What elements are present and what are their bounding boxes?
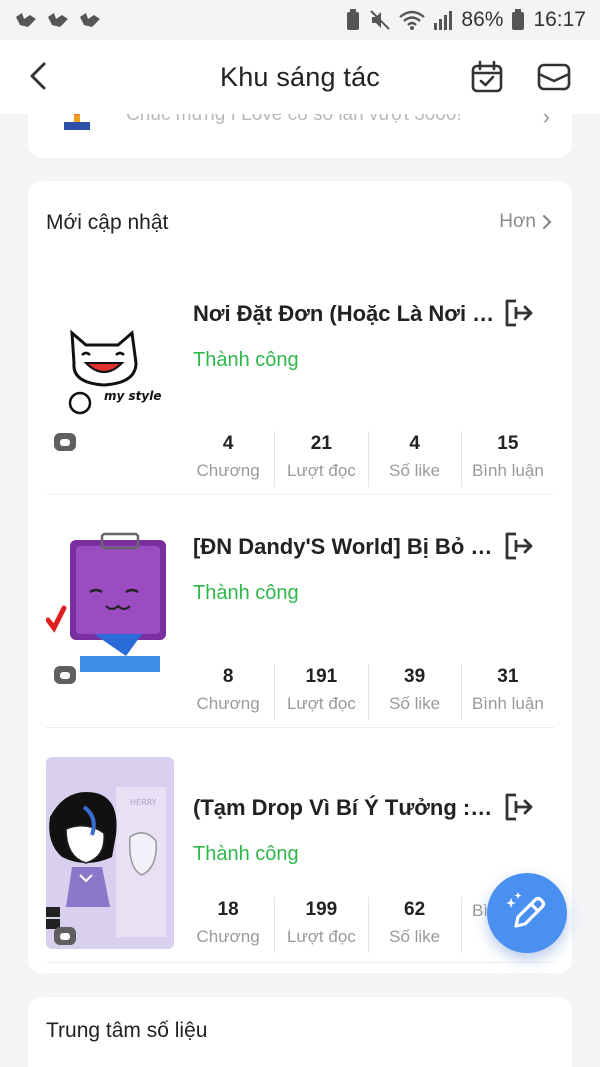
battery-percent: 86% bbox=[461, 8, 504, 31]
clock: 16:17 bbox=[533, 8, 586, 31]
back-button[interactable] bbox=[22, 58, 54, 94]
section-title: Trung tâm số liệu bbox=[46, 1019, 208, 1042]
recent-updates-card: Mới cập nhật Hơn my style Nơi Đặt Đơn (H… bbox=[28, 181, 572, 973]
stat-reads: 21 Lượt đọc bbox=[274, 431, 367, 487]
notification-icon bbox=[48, 13, 68, 27]
calendar-check-icon[interactable] bbox=[470, 60, 504, 94]
cover-text: HERRY bbox=[130, 798, 157, 807]
stat-comments: 15 Bình luận bbox=[460, 431, 554, 487]
cover-art-cat: my style bbox=[46, 263, 174, 455]
cover-art-anime-character: HERRY bbox=[46, 757, 174, 949]
export-icon[interactable] bbox=[502, 530, 534, 562]
app-header: Khu sáng tác bbox=[0, 40, 600, 114]
story-item[interactable]: [ĐN Dandy'S World] Bị Bỏ R... Thành công… bbox=[46, 496, 554, 728]
cover-text: my style bbox=[104, 389, 161, 403]
story-cover[interactable]: HERRY bbox=[46, 757, 174, 949]
story-stats: 8 Chương 191 Lượt đọc 39 Số like 31 Bình luậ… bbox=[182, 664, 554, 720]
export-icon[interactable] bbox=[502, 297, 534, 329]
chevron-left-icon bbox=[30, 62, 46, 90]
publish-status: Thành công bbox=[193, 843, 299, 865]
write-button[interactable] bbox=[487, 873, 567, 953]
chevron-right-icon bbox=[542, 214, 552, 230]
data-center-card[interactable]: Trung tâm số liệu bbox=[28, 997, 572, 1067]
mail-icon[interactable] bbox=[536, 60, 572, 94]
stat-chapters: 4 Chương bbox=[196, 433, 260, 480]
page-title: Khu sáng tác bbox=[219, 61, 380, 92]
stat-chapters: 8 Chương bbox=[196, 666, 260, 713]
story-title[interactable]: [ĐN Dandy'S World] Bị Bỏ R... bbox=[193, 534, 499, 560]
stat-comments: 31 Bình luận bbox=[460, 664, 554, 720]
comment-icon bbox=[54, 666, 76, 684]
story-cover[interactable]: my style bbox=[46, 263, 174, 455]
stat-reads: 199 Lượt đọc bbox=[274, 897, 367, 953]
pencil-sparkle-icon bbox=[506, 892, 546, 928]
story-stats: 4 Chương 21 Lượt đọc 4 Số like 15 Bình luận bbox=[182, 431, 554, 487]
notification-icons bbox=[14, 11, 102, 29]
section-title: Mới cập nhật bbox=[46, 211, 169, 234]
stat-likes: 62 Số like bbox=[367, 897, 461, 953]
battery-icon bbox=[512, 9, 525, 30]
wifi-icon bbox=[399, 10, 426, 30]
notification-icon bbox=[16, 13, 36, 27]
notification-icon bbox=[80, 13, 100, 27]
stat-reads: 191 Lượt đọc bbox=[274, 664, 367, 720]
story-cover[interactable] bbox=[46, 496, 174, 688]
mute-icon bbox=[370, 10, 391, 30]
comment-icon bbox=[54, 433, 76, 451]
export-icon[interactable] bbox=[502, 791, 534, 823]
cover-art-box-character bbox=[46, 496, 174, 688]
more-label: Hơn bbox=[499, 211, 536, 232]
story-title[interactable]: Nơi Đặt Đơn (Hoặc Là Nơi C... bbox=[193, 301, 499, 327]
more-link[interactable]: Hơn bbox=[499, 211, 552, 233]
stat-likes: 4 Số like bbox=[367, 431, 461, 487]
signal-icon bbox=[434, 11, 453, 30]
story-item[interactable]: my style Nơi Đặt Đơn (Hoặc Là Nơi C... T… bbox=[46, 263, 554, 495]
publish-status: Thành công bbox=[193, 349, 299, 371]
story-title[interactable]: (Tạm Drop Vì Bí Ý Tưởng :)[... bbox=[193, 795, 499, 821]
story-item[interactable]: HERRY (Tạm Drop Vì Bí Ý Tưởng :)[... Thà… bbox=[46, 757, 554, 963]
comment-icon bbox=[54, 927, 76, 945]
stat-chapters: 18 Chương bbox=[196, 899, 260, 946]
battery-saver-icon bbox=[347, 9, 360, 30]
publish-status: Thành công bbox=[193, 582, 299, 604]
status-bar: 86% 16:17 bbox=[0, 0, 600, 40]
stat-likes: 39 Số like bbox=[367, 664, 461, 720]
